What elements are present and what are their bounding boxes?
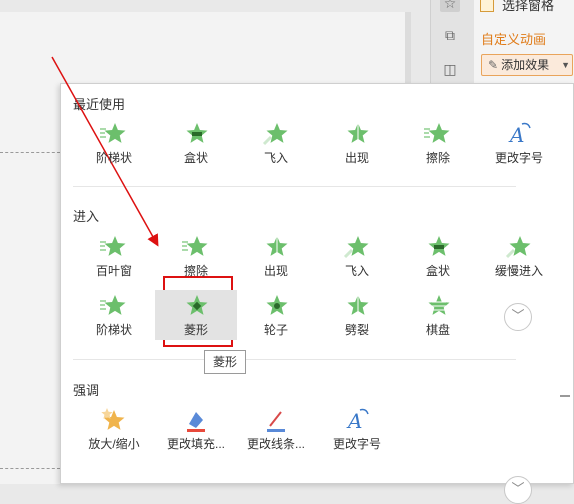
checkerboard-star-icon <box>423 292 453 320</box>
selection-pane-label: 选择窗格 <box>502 0 555 13</box>
effect-item[interactable]: A 更改字号 <box>478 118 560 168</box>
chevron-down-icon: ▼ <box>561 60 570 70</box>
effect-label: 盒状 <box>425 264 450 278</box>
svg-text:A: A <box>346 409 362 433</box>
section-title-recent: 最近使用 <box>73 97 126 112</box>
blinds-star-icon <box>99 233 129 261</box>
effect-label: 轮子 <box>263 323 288 337</box>
grow-shrink-icon <box>99 406 129 434</box>
effect-item[interactable]: 擦除 <box>155 231 237 281</box>
effect-label: 更改线条... <box>246 437 305 451</box>
animation-icon[interactable]: ☆ <box>440 0 460 12</box>
effect-label: 百叶窗 <box>95 264 132 278</box>
box-star-icon <box>181 120 211 148</box>
shapes-icon[interactable]: ◫ <box>440 60 460 78</box>
selection-pane-button[interactable]: 选择窗格 <box>480 0 554 14</box>
section-title-emphasis: 强调 <box>73 383 100 398</box>
effect-label: 阶梯状 <box>95 323 132 337</box>
effect-label: 更改填充... <box>166 437 225 451</box>
effect-item[interactable]: 盒状 <box>397 231 479 281</box>
section-title-entrance: 进入 <box>73 209 100 224</box>
effect-item[interactable]: 菱形 <box>155 290 237 340</box>
effect-label: 菱形 <box>183 323 208 337</box>
tooltip: 菱形 <box>204 350 246 374</box>
effect-item[interactable]: 缓慢进入 <box>478 231 560 281</box>
effect-item[interactable]: 出现 <box>316 118 398 168</box>
effect-label: 缓慢进入 <box>494 264 543 278</box>
svg-text:A: A <box>508 123 524 147</box>
effect-label: 劈裂 <box>344 323 369 337</box>
effect-item[interactable]: 更改填充... <box>155 404 237 454</box>
more-effects-button[interactable]: ﹀ <box>504 476 532 504</box>
fly-in-star-icon <box>261 120 291 148</box>
change-font-size-icon: A <box>342 406 372 434</box>
effect-label: 放大/缩小 <box>88 437 140 451</box>
effect-item[interactable]: 阶梯状 <box>73 290 155 340</box>
change-fill-icon <box>181 406 211 434</box>
placeholder-border <box>0 152 60 153</box>
effect-label: 飞入 <box>344 264 369 278</box>
appear-star-icon <box>261 233 291 261</box>
effect-item[interactable]: 百叶窗 <box>73 231 155 281</box>
scroll-marker <box>560 395 570 397</box>
custom-animation-title: 自定义动画 <box>481 32 547 47</box>
effect-label: 更改字号 <box>494 151 543 165</box>
wipe-star-icon <box>423 120 453 148</box>
box-star-icon <box>423 233 453 261</box>
effect-label: 更改字号 <box>332 437 381 451</box>
slow-enter-star-icon <box>504 233 534 261</box>
copy-icon[interactable]: ⧉ <box>440 26 460 44</box>
effect-item[interactable]: 劈裂 <box>316 290 398 340</box>
wheel-star-icon <box>261 292 291 320</box>
effect-item[interactable]: 飞入 <box>316 231 398 281</box>
effect-label: 阶梯状 <box>95 151 132 165</box>
diamond-star-icon <box>181 292 211 320</box>
effect-label: 盒状 <box>183 151 208 165</box>
appear-star-icon <box>342 120 372 148</box>
effect-item[interactable]: 盒状 <box>155 118 237 168</box>
effect-item[interactable]: A 更改字号 <box>316 404 398 454</box>
split-star-icon <box>342 292 372 320</box>
effect-label: 棋盘 <box>425 323 450 337</box>
effect-label: 擦除 <box>425 151 450 165</box>
add-effect-label: 添加效果 <box>501 58 550 72</box>
effect-label: 出现 <box>344 151 369 165</box>
effect-item[interactable]: 放大/缩小 <box>73 404 155 454</box>
change-line-icon <box>261 406 291 434</box>
effect-item[interactable]: 更改线条... <box>235 404 317 454</box>
placeholder-border <box>0 468 60 469</box>
selection-pane-icon <box>480 0 494 12</box>
add-effect-button[interactable]: ✎ 添加效果 ▼ <box>481 54 573 76</box>
effect-item[interactable]: 出现 <box>235 231 317 281</box>
effect-item[interactable]: 擦除 <box>397 118 479 168</box>
divider <box>73 359 516 360</box>
steps-star-icon <box>99 120 129 148</box>
divider <box>73 186 516 187</box>
effect-label: 出现 <box>263 264 288 278</box>
wipe-star-icon <box>181 233 211 261</box>
pencil-icon: ✎ <box>488 58 499 72</box>
effect-item[interactable]: 棋盘 <box>397 290 479 340</box>
more-effects-button[interactable]: ﹀ <box>504 303 532 331</box>
effect-item[interactable]: 阶梯状 <box>73 118 155 168</box>
effect-label: 擦除 <box>183 264 208 278</box>
effect-item[interactable]: 飞入 <box>235 118 317 168</box>
steps-star-icon <box>99 292 129 320</box>
change-font-size-icon: A <box>504 120 534 148</box>
effect-item[interactable]: 轮子 <box>235 290 317 340</box>
fly-in-star-icon <box>342 233 372 261</box>
effect-label: 飞入 <box>263 151 288 165</box>
